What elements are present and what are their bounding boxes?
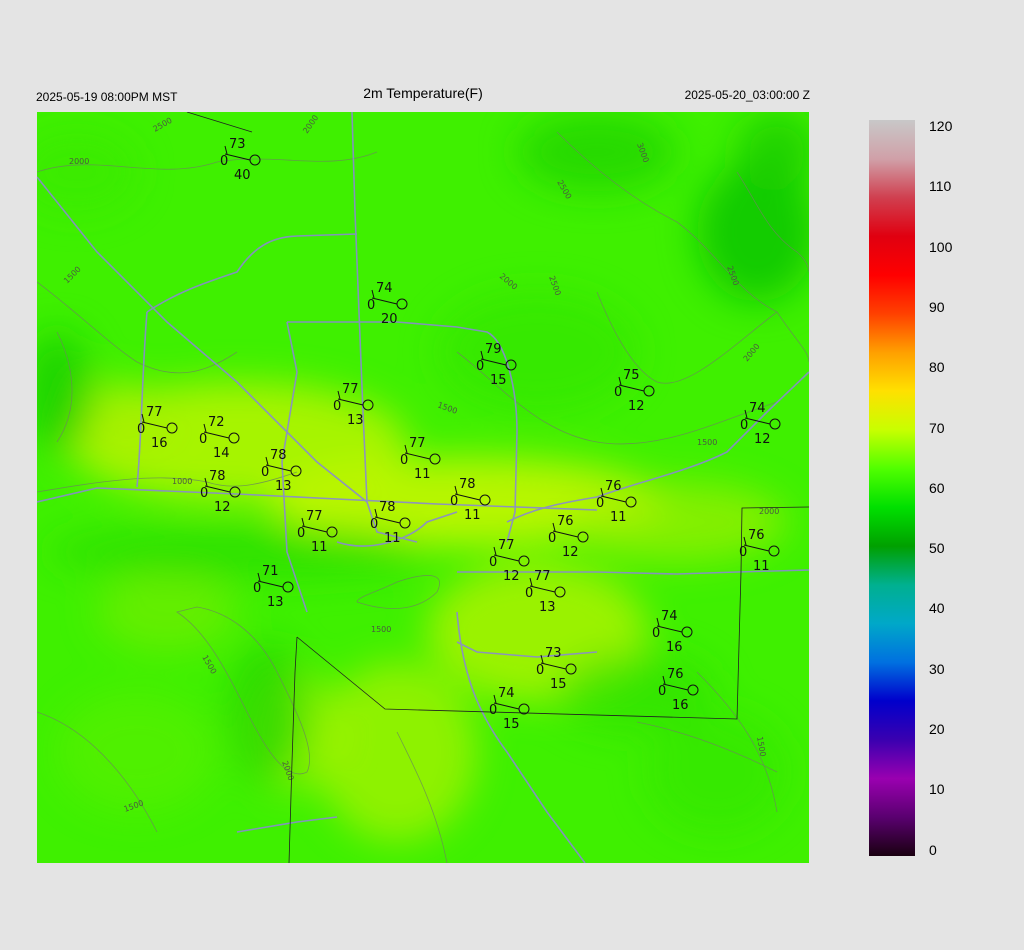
station-temperature: 71: [262, 564, 279, 579]
station-cloud-cover: 0: [489, 555, 497, 570]
station-temperature: 74: [498, 686, 515, 701]
contour-label: 1500: [371, 625, 391, 634]
station-temperature: 74: [661, 609, 678, 624]
colorbar-tick-label: 60: [929, 479, 945, 496]
station-cloud-cover: 0: [367, 298, 375, 313]
station-temperature: 75: [623, 368, 640, 383]
station-temperature: 73: [545, 646, 562, 661]
station-temperature: 77: [146, 405, 163, 420]
station-dewpoint: 20: [381, 312, 398, 327]
contour-label: 1500: [697, 438, 717, 447]
contour-label: 2000: [69, 157, 89, 166]
station-cloud-cover: 0: [200, 486, 208, 501]
station-temperature: 77: [534, 569, 551, 584]
station-temperature: 78: [209, 469, 226, 484]
station-cloud-cover: 0: [261, 465, 269, 480]
station-temperature: 78: [459, 477, 476, 492]
station-temperature: 72: [208, 415, 225, 430]
station-cloud-cover: 0: [525, 586, 533, 601]
station-temperature: 78: [379, 500, 396, 515]
station-dewpoint: 15: [503, 717, 520, 732]
station-dewpoint: 13: [267, 595, 284, 610]
station-cloud-cover: 0: [739, 545, 747, 560]
station-dewpoint: 16: [666, 640, 683, 655]
station-cloud-cover: 0: [370, 517, 378, 532]
station-dewpoint: 11: [464, 508, 481, 523]
colorbar-tick-label: 20: [929, 721, 945, 737]
station-temperature: 76: [557, 514, 574, 529]
station-cloud-cover: 0: [137, 422, 145, 437]
colorbar-tick-label: 50: [929, 540, 945, 557]
station-cloud-cover: 0: [220, 154, 228, 169]
station-temperature: 79: [485, 342, 502, 357]
station-cloud-cover: 0: [297, 526, 305, 541]
temperature-map[interactable]: 2500 2000 2000 3000 2500 2500 2500 1500 …: [37, 112, 809, 863]
station-temperature: 77: [498, 538, 515, 553]
station-temperature: 73: [229, 137, 246, 152]
contour-label: 2000: [759, 507, 779, 516]
colorbar-tick-label: 120: [929, 118, 953, 134]
colorbar-tick-label: 10: [929, 781, 945, 798]
station-dewpoint: 11: [311, 540, 328, 555]
station-cloud-cover: 0: [536, 663, 544, 678]
station-dewpoint: 14: [213, 446, 230, 461]
colorbar-tick-label: 30: [929, 660, 945, 677]
station-dewpoint: 15: [550, 677, 567, 692]
colorbar-tick-label: 100: [929, 238, 953, 255]
station-dewpoint: 12: [503, 569, 520, 584]
station-cloud-cover: 0: [450, 494, 458, 509]
station-cloud-cover: 0: [652, 626, 660, 641]
station-cloud-cover: 0: [614, 385, 622, 400]
station-temperature: 76: [748, 528, 765, 543]
station-dewpoint: 16: [151, 436, 168, 451]
station-dewpoint: 12: [562, 545, 579, 560]
station-dewpoint: 12: [754, 432, 771, 447]
colorbar-tick-label: 90: [929, 298, 945, 315]
station-temperature: 74: [376, 281, 393, 296]
station-cloud-cover: 0: [253, 581, 261, 596]
station-cloud-cover: 0: [400, 453, 408, 468]
station-dewpoint: 11: [414, 467, 431, 482]
colorbar-tick-label: 70: [929, 419, 945, 436]
station-cloud-cover: 0: [740, 418, 748, 433]
station-cloud-cover: 0: [199, 432, 207, 447]
station-dewpoint: 11: [610, 510, 627, 525]
station-cloud-cover: 0: [489, 703, 497, 718]
station-temperature: 78: [270, 448, 287, 463]
station-temperature: 76: [667, 667, 684, 682]
station-cloud-cover: 0: [596, 496, 604, 511]
station-temperature: 74: [749, 401, 766, 416]
station-cloud-cover: 0: [548, 531, 556, 546]
colorbar-tick-label: 80: [929, 359, 945, 376]
station-dewpoint: 11: [384, 531, 401, 546]
valid-time-label: 2025-05-20_03:00:00 Z: [684, 88, 810, 102]
station-dewpoint: 13: [347, 413, 364, 428]
station-dewpoint: 12: [628, 399, 645, 414]
station-cloud-cover: 0: [333, 399, 341, 414]
station-dewpoint: 12: [214, 500, 231, 515]
colorbar-tick-label: 40: [929, 600, 945, 617]
colorbar-tick-label: 0: [929, 841, 937, 858]
temperature-colorbar: [869, 120, 915, 856]
station-temperature: 77: [306, 509, 323, 524]
station-temperature: 76: [605, 479, 622, 494]
station-temperature: 77: [342, 382, 359, 397]
station-dewpoint: 11: [753, 559, 770, 574]
station-temperature: 77: [409, 436, 426, 451]
contour-label: 1000: [172, 477, 192, 486]
station-dewpoint: 13: [539, 600, 556, 615]
colorbar-tick-label: 110: [929, 178, 952, 195]
station-dewpoint: 16: [672, 698, 689, 713]
station-dewpoint: 15: [490, 373, 507, 388]
station-dewpoint: 13: [275, 479, 292, 494]
station-cloud-cover: 0: [476, 359, 484, 374]
station-dewpoint: 40: [234, 168, 251, 183]
station-cloud-cover: 0: [658, 684, 666, 699]
